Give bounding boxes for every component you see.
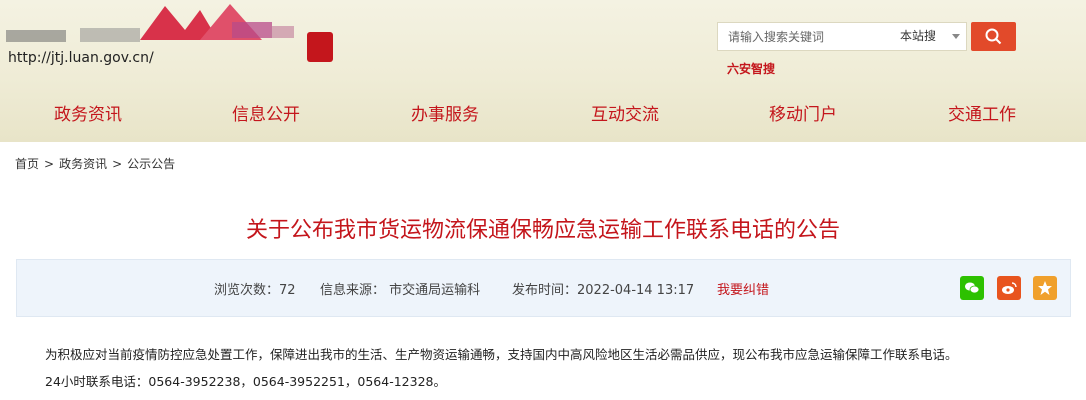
share-favorite-button[interactable] <box>1033 276 1057 300</box>
article-paragraph: 为积极应对当前疫情防控应急处置工作，保障进出我市的生活、生产物资运输通畅，支持国… <box>45 347 958 362</box>
nav-item-news[interactable]: 政务资讯 <box>18 100 158 130</box>
smart-search-link[interactable]: 六安智搜 <box>727 60 775 77</box>
search-button[interactable] <box>971 22 1016 51</box>
nav-item-services[interactable]: 办事服务 <box>375 100 515 130</box>
site-url[interactable]: http://jtj.luan.gov.cn/ <box>8 50 154 66</box>
seal-logo <box>307 32 333 62</box>
report-error-link[interactable]: 我要纠错 <box>717 279 769 298</box>
search-scope-select[interactable]: 本站搜 <box>900 23 966 50</box>
chevron-down-icon <box>952 34 960 39</box>
wechat-icon <box>965 282 980 294</box>
info-source: 信息来源： 市交通局运输科 <box>320 283 481 298</box>
nav-item-transport[interactable]: 交通工作 <box>912 100 1052 130</box>
view-count: 浏览次数：72 <box>214 283 296 298</box>
article-meta-bar: 浏览次数：72 信息来源： 市交通局运输科 发布时间：2022-04-14 13… <box>16 259 1071 317</box>
breadcrumb-separator: > <box>44 157 55 171</box>
publish-date: 发布时间：2022-04-14 13:17 <box>512 283 695 298</box>
share-weibo-button[interactable] <box>997 276 1021 300</box>
main-nav: 政务资讯 信息公开 办事服务 互动交流 移动门户 交通工作 <box>0 100 1086 130</box>
nav-item-interaction[interactable]: 互动交流 <box>555 100 695 130</box>
nav-item-disclosure[interactable]: 信息公开 <box>196 100 336 130</box>
favorite-star-icon <box>1038 281 1052 295</box>
breadcrumb-notices[interactable]: 公示公告 <box>127 155 175 172</box>
article-paragraph: 24小时联系电话：0564-3952238，0564-3952251，0564-… <box>45 374 446 389</box>
site-header: http://jtj.luan.gov.cn/ 本站搜 六安智搜 政务资讯 信息… <box>0 0 1086 142</box>
search-icon <box>985 28 1002 45</box>
breadcrumb-home[interactable]: 首页 <box>15 155 39 172</box>
weibo-icon <box>1002 282 1017 294</box>
breadcrumb-separator: > <box>112 157 123 171</box>
breadcrumb-news[interactable]: 政务资讯 <box>59 155 107 172</box>
article-title: 关于公布我市货运物流保通保畅应急运输工作联系电话的公告 <box>245 218 840 243</box>
share-wechat-button[interactable] <box>960 276 984 300</box>
search-input[interactable] <box>718 23 898 50</box>
site-logo-banner <box>6 4 294 42</box>
search-box: 本站搜 <box>717 22 967 51</box>
breadcrumb: 首页 > 政务资讯 > 公示公告 <box>15 155 175 172</box>
nav-item-mobile[interactable]: 移动门户 <box>733 100 873 130</box>
search-scope-label: 本站搜 <box>900 29 937 43</box>
